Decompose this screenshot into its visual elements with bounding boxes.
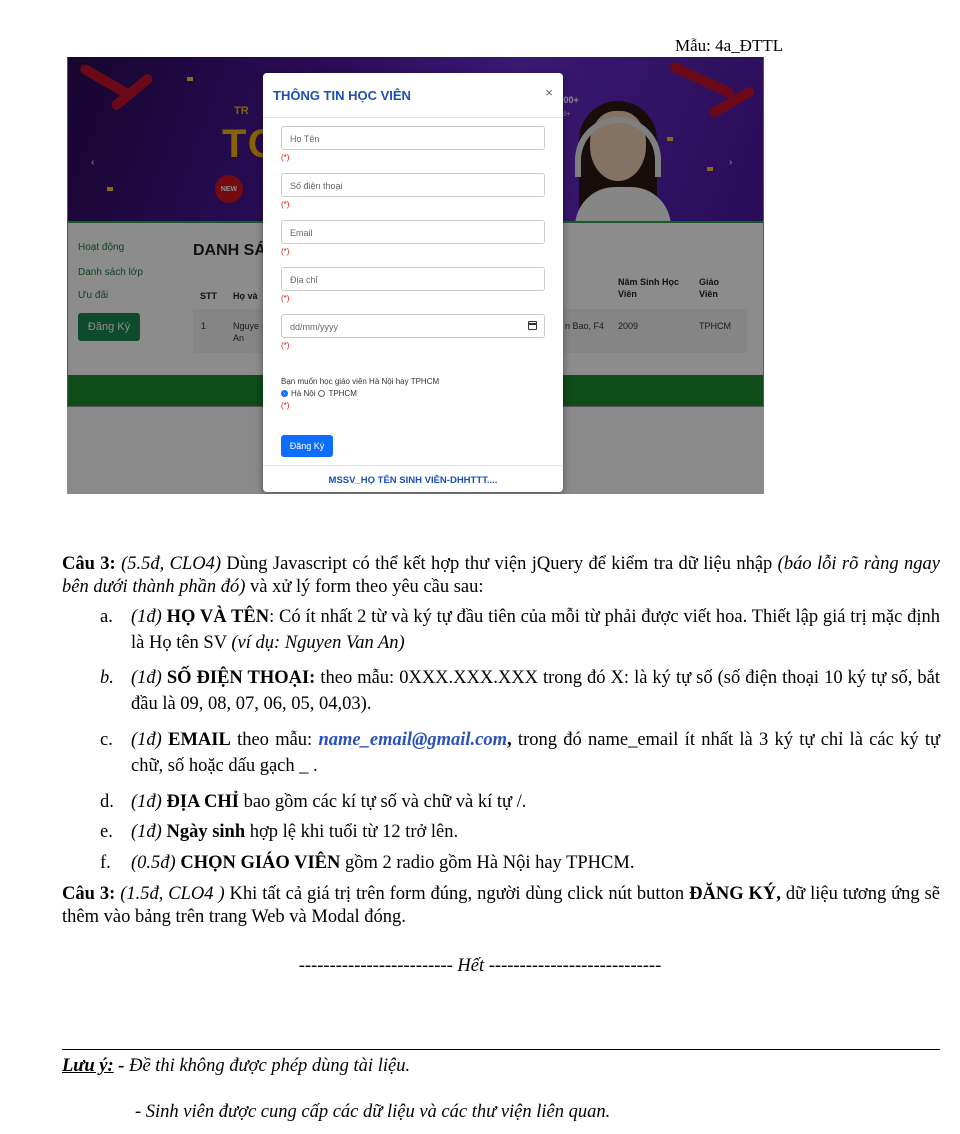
item-text: hợp lệ khi tuổi từ 12 trở lên. bbox=[245, 822, 459, 842]
modal-title: THÔNG TIN HỌC VIÊN bbox=[273, 88, 411, 103]
end-dashes-left: ------------------------- bbox=[298, 956, 458, 976]
item-text: gồm 2 radio gồm Hà Nội hay TPHCM. bbox=[340, 853, 635, 873]
radio-tphcm-label[interactable]: TPHCM bbox=[328, 389, 356, 398]
modal-footer-text: MSSV_HỌ TÊN SINH VIÊN-DHHTTT.... bbox=[328, 475, 498, 486]
address-input[interactable]: Địa chỉ bbox=[281, 267, 545, 291]
close-icon[interactable]: × bbox=[545, 85, 553, 100]
birthdate-placeholder: dd/mm/yyyy bbox=[290, 322, 339, 332]
question-text-end: và xử lý form theo yêu cầu sau: bbox=[245, 577, 484, 597]
item-title: EMAIL bbox=[168, 730, 231, 750]
item-points: (0.5đ) bbox=[131, 853, 176, 873]
teacher-radio-group: Hà Nội TPHCM bbox=[281, 389, 357, 398]
question-meta: (5.5đ, CLO4) bbox=[121, 554, 222, 574]
item-letter: c. bbox=[100, 730, 113, 750]
note-label: Lưu ý: bbox=[62, 1056, 114, 1076]
item-points: (1đ) bbox=[131, 822, 162, 842]
note-line-1: Lưu ý: - Đề thi không được phép dùng tài… bbox=[62, 1056, 410, 1077]
item-letter: a. bbox=[100, 607, 113, 627]
question3-intro: Câu 3: (5.5đ, CLO4) Dùng Javascript có t… bbox=[62, 553, 940, 599]
item-text: theo mẫu: bbox=[230, 730, 319, 750]
item-points: (1đ) bbox=[131, 607, 162, 627]
embedded-screenshot: TR TOI NEW EIC 900+ EIC 650+ ‹ › Hoạt độ… bbox=[67, 57, 764, 494]
address-required: (*) bbox=[281, 294, 290, 303]
email-example-link: name_email@gmail.com bbox=[318, 730, 508, 750]
teacher-question: Bạn muốn học giáo viên Hà Nội hay TPHCM bbox=[281, 377, 440, 386]
student-info-modal: THÔNG TIN HỌC VIÊN × Họ Tên (*) Số điện … bbox=[263, 73, 563, 492]
item-text: bao gồm các kí tự số và chữ và kí tự /. bbox=[238, 792, 527, 812]
note-dash: - bbox=[113, 1056, 130, 1076]
birthdate-input[interactable]: dd/mm/yyyy bbox=[281, 314, 545, 338]
item-title: SỐ ĐIỆN THOẠI: bbox=[166, 668, 316, 688]
question-label: Câu 3: bbox=[62, 554, 116, 574]
list-item: a. (1đ) HỌ VÀ TÊN: Có ít nhất 2 từ và ký… bbox=[100, 604, 940, 656]
question-text: Dùng Javascript có thể kết hợp thư viện … bbox=[221, 554, 778, 574]
modal-footer-divider bbox=[263, 465, 563, 466]
note-line-2: - Sinh viên được cung cấp các dữ liệu và… bbox=[135, 1102, 611, 1122]
radio-hanoi-label[interactable]: Hà Nội bbox=[291, 389, 315, 398]
item-title: HỌ VÀ TÊN bbox=[166, 607, 270, 627]
radio-hanoi[interactable] bbox=[281, 390, 288, 397]
item-letter: b. bbox=[100, 668, 114, 688]
question-bold: ĐĂNG KÝ, bbox=[689, 884, 781, 904]
form-code: Mẫu: 4a_ĐTTL bbox=[675, 36, 784, 55]
item-letter: d. bbox=[100, 792, 114, 812]
list-item: b. (1đ) SỐ ĐIỆN THOẠI: theo mẫu: 0XXX.XX… bbox=[100, 665, 940, 717]
divider bbox=[62, 1049, 940, 1050]
item-points: (1đ) bbox=[131, 668, 162, 688]
fullname-input[interactable]: Họ Tên bbox=[281, 126, 545, 150]
note-text-1: Đề thi không được phép dùng tài liệu. bbox=[129, 1056, 411, 1076]
question3b-text: Câu 3: (1.5đ, CLO4 ) Khi tất cả giá trị … bbox=[62, 883, 940, 929]
fullname-required: (*) bbox=[281, 153, 290, 162]
item-example: (ví dụ: Nguyen Van An) bbox=[231, 633, 405, 653]
calendar-icon[interactable] bbox=[528, 321, 537, 330]
question-label: Câu 3: bbox=[62, 884, 116, 904]
question-meta: (1.5đ, CLO4 ) bbox=[120, 884, 225, 904]
phone-input[interactable]: Số điện thoại bbox=[281, 173, 545, 197]
item-points: (1đ) bbox=[131, 792, 162, 812]
list-item: c. (1đ) EMAIL theo mẫu: name_email@gmail… bbox=[100, 727, 940, 779]
end-marker: ------------------------- Hết ----------… bbox=[0, 956, 960, 977]
phone-required: (*) bbox=[281, 200, 290, 209]
item-title: CHỌN GIÁO VIÊN bbox=[180, 853, 341, 873]
modal-header-divider bbox=[263, 117, 563, 118]
item-letter: f. bbox=[100, 853, 111, 873]
item-title: ĐỊA CHỈ bbox=[166, 792, 239, 812]
email-input[interactable]: Email bbox=[281, 220, 545, 244]
end-dashes-right: ---------------------------- bbox=[484, 956, 662, 976]
modal-submit-button[interactable]: Đăng Ký bbox=[281, 435, 333, 457]
teacher-required: (*) bbox=[281, 401, 290, 410]
radio-tphcm[interactable] bbox=[318, 390, 326, 397]
birthdate-required: (*) bbox=[281, 341, 290, 350]
item-points: (1đ) bbox=[131, 730, 162, 750]
item-title: Ngày sinh bbox=[166, 822, 246, 842]
end-word: Hết bbox=[457, 956, 485, 976]
item-letter: e. bbox=[100, 822, 113, 842]
question-text: Khi tất cả giá trị trên form đúng, người… bbox=[224, 884, 690, 904]
email-required: (*) bbox=[281, 247, 290, 256]
